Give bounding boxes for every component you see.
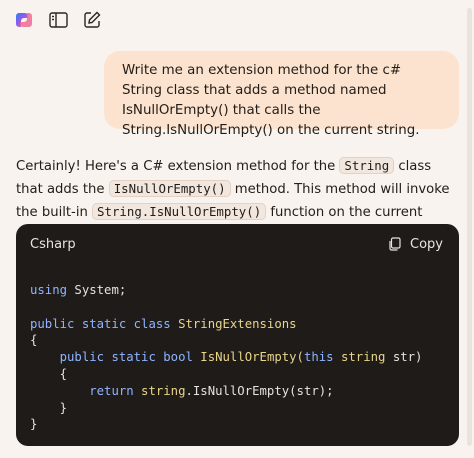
code-keyword: return: [89, 383, 134, 398]
code-keyword: public static: [59, 350, 156, 365]
copy-icon: [388, 237, 402, 251]
user-message-text: Write me an extension method for the c# …: [122, 63, 420, 138]
code-line-5: public static bool IsNullOrEmpty(this st…: [30, 350, 423, 365]
copy-label: Copy: [410, 236, 443, 252]
copilot-logo-icon[interactable]: [14, 10, 34, 30]
code-line-8: }: [30, 400, 68, 415]
code-keyword: bool: [155, 350, 193, 365]
code-text: System;: [67, 283, 127, 297]
inline-code-string: String: [339, 157, 395, 174]
copy-button[interactable]: Copy: [388, 237, 443, 252]
new-chat-icon[interactable]: [82, 10, 102, 30]
code-line-6: {: [30, 366, 68, 381]
code-type-name: StringExtensions: [170, 316, 297, 331]
code-keyword: public static class: [30, 316, 171, 331]
reply-text-1: Certainly! Here's a C# extension method …: [16, 159, 340, 174]
code-line-3: public static class StringExtensions: [30, 317, 297, 331]
scrollbar[interactable]: [467, 8, 472, 446]
code-line-4: {: [30, 333, 38, 348]
inline-code-string-isnullorempty: String.IsNullOrEmpty(): [92, 203, 267, 220]
code-type-name: string: [333, 350, 386, 365]
code-method-name: IsNullOrEmpty(: [192, 350, 304, 365]
code-language-label: Csharp: [30, 236, 76, 252]
user-message-bubble: Write me an extension method for the c# …: [104, 51, 459, 138]
code-type-name: string: [133, 383, 186, 398]
code-line-1: using System;: [30, 283, 126, 297]
code-block-header: Csharp Copy: [16, 224, 459, 264]
top-toolbar: [14, 10, 102, 30]
code-keyword: this: [303, 350, 334, 365]
code-text: .IsNullOrEmpty(str);: [185, 383, 334, 398]
code-keyword: using: [30, 283, 68, 297]
code-line-9: }: [30, 417, 38, 432]
code-block: Csharp Copy using System; public static …: [16, 224, 459, 446]
code-text: str): [385, 350, 423, 365]
inline-code-isnullorempty: IsNullOrEmpty(): [108, 180, 231, 197]
code-content: using System; public static class String…: [16, 264, 459, 433]
sidebar-toggle-icon[interactable]: [48, 10, 68, 30]
code-line-7: return string.IsNullOrEmpty(str);: [30, 383, 334, 398]
